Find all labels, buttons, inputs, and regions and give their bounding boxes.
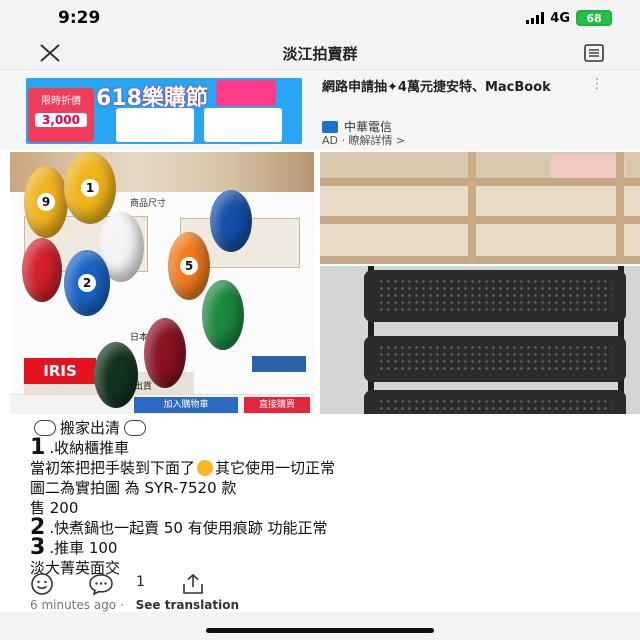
photo-kettle [550,154,626,180]
billiard-ball [202,280,244,350]
shelf-post [616,152,624,264]
photo-size-label: 商品尺寸 [130,199,167,209]
ad-banner-image[interactable]: 限時折價 3,000 618樂購節 [26,78,302,144]
shelf-board [320,178,640,186]
billiard-ball: 1 [64,152,116,224]
bottom-bar [0,612,640,640]
post-heading: 搬家出清 [60,419,121,437]
network-type: 4G [550,10,570,26]
see-translation-link[interactable]: See translation [136,598,239,612]
billiard-ball [94,342,138,408]
ad-product-laptop [116,108,194,142]
post-text-line: 其它使用一切正常 [215,459,336,477]
status-time: 9:29 [58,8,101,28]
ad-promo-badge: 限時折價 3,000 [28,88,94,142]
photo-product-collage[interactable]: 商品尺寸 日本 IRIS /04/08 出貨 加入購物車 直接購買 9 1 2 … [10,152,314,414]
ad-promo-label: 限時折價 [41,96,81,107]
ad-date-tag [216,80,276,106]
post-line: 2 .快煮鍋也一起賣 50 有使用痕跡 功能正常 [30,517,620,539]
smile-emoji-icon [197,460,214,476]
item-number: 3 [30,535,46,560]
billiard-ball [210,190,252,252]
billiard-ball: 9 [24,166,68,238]
item-text: .推車 100 [49,539,118,557]
photo-stock-badge [252,356,306,372]
ad-promo-price: 3,000 [35,113,87,127]
post-line: 售 200 [30,498,620,518]
status-indicators: 4G 68 [526,10,612,26]
post-text-line: 當初笨把把手裝到下面了 [30,459,196,477]
item-number: 1 [30,435,46,460]
nav-bar: 淡江拍賣群 [0,36,640,70]
post-body: 搬家出清 1 .收納櫃推車 當初笨把把手裝到下面了 其它使用一切正常 圖二為實拍… [30,418,620,578]
photo-shop-bar: 加入購物車 直接購買 [10,394,314,414]
post-line: 3 .推車 100 [30,535,620,560]
sponsor-logo-icon [322,120,338,133]
shelf-post [468,152,476,264]
post-timestamp: 6 minutes ago [30,598,117,612]
billiard-ball [22,238,62,302]
ad-title[interactable]: 網路申請抽✦4萬元捷安特、MacBook [322,78,602,97]
reaction-icon[interactable] [30,572,54,596]
post-line: 圖二為實拍圖 為 SYR-7520 款 [30,478,620,498]
billiard-ball: 2 [64,250,110,316]
add-to-cart-button: 加入購物車 [134,397,238,413]
share-icon[interactable] [180,572,206,596]
more-options-icon[interactable]: ⋮ [590,76,604,92]
post-actions: 1 [30,570,610,598]
post-line: 當初笨把把手裝到下面了 其它使用一切正常 [30,458,620,478]
shelf-board [320,256,640,264]
billiard-ball [144,318,186,388]
item-text: .快煮鍋也一起賣 50 有使用痕跡 功能正常 [49,519,328,537]
post-meta: 6 minutes ago · See translation [30,598,239,612]
item-text: .收納櫃推車 [49,439,130,457]
iris-logo: IRIS [24,358,96,384]
status-bar: 9:29 4G 68 [0,0,640,36]
billiard-ball: 5 [168,232,210,300]
photo-cart[interactable] [320,266,640,414]
signal-icon [526,12,545,24]
meta-separator: · [119,598,124,612]
sponsored-ad[interactable]: 限時折價 3,000 618樂購節 網路申請抽✦4萬元捷安特、MacBook 中… [0,70,640,150]
cart-tray [364,336,626,382]
home-indicator[interactable] [206,628,434,633]
shelf-board [320,216,640,224]
post-photos: 商品尺寸 日本 IRIS /04/08 出貨 加入購物車 直接購買 9 1 2 … [0,152,640,414]
cart-tray [364,270,626,322]
battery-icon: 68 [576,10,612,26]
ad-product-bike [204,108,282,142]
menu-icon[interactable] [584,44,604,62]
ad-learn-more-link[interactable]: AD · 瞭解詳情 > [322,132,405,148]
page-title: 淡江拍賣群 [282,45,358,63]
photo-shelf[interactable] [320,152,640,264]
post-line: 1 .收納櫃推車 [30,435,620,460]
buy-now-button: 直接購買 [244,397,310,413]
face-emoji-icon [34,420,56,436]
face-emoji-icon [124,420,147,436]
post-text-line: 圖二為實拍圖 為 SYR-7520 款 [30,479,237,497]
comment-icon[interactable] [88,572,114,596]
post-line: 搬家出清 [30,418,620,438]
comment-count: 1 [136,574,145,590]
cart-tray [364,390,626,414]
